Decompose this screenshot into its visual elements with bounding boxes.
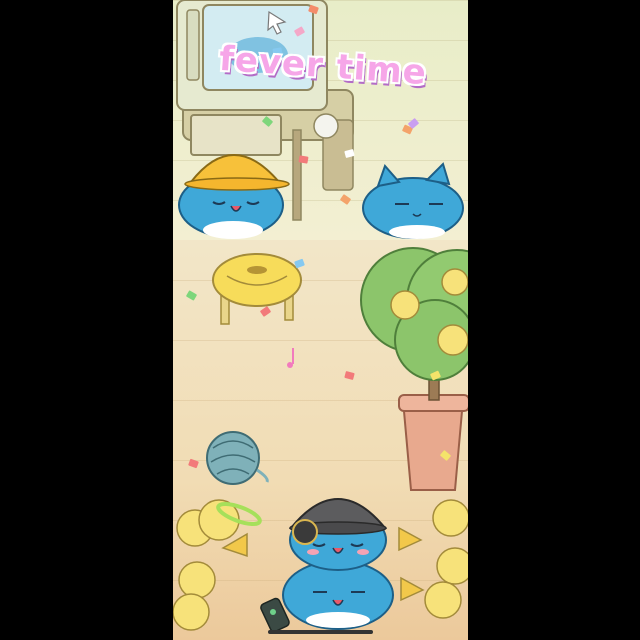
home-indicator[interactable]: [268, 630, 373, 634]
play-area[interactable]: [173, 0, 468, 640]
cat-stack-bottom[interactable]: [282, 560, 394, 630]
music-note-icon: [287, 348, 294, 368]
cat-hardhat[interactable]: [178, 154, 290, 239]
yarn-ball[interactable]: [206, 431, 269, 485]
chick-band-right[interactable]: [398, 499, 468, 619]
cat-sleeping[interactable]: [362, 162, 464, 239]
cat-beanie[interactable]: [288, 498, 388, 571]
game-screen[interactable]: fever time: [173, 0, 468, 640]
potted-tree[interactable]: [360, 247, 468, 491]
yellow-stool[interactable]: [212, 253, 302, 325]
confetti-piece: [298, 155, 309, 164]
